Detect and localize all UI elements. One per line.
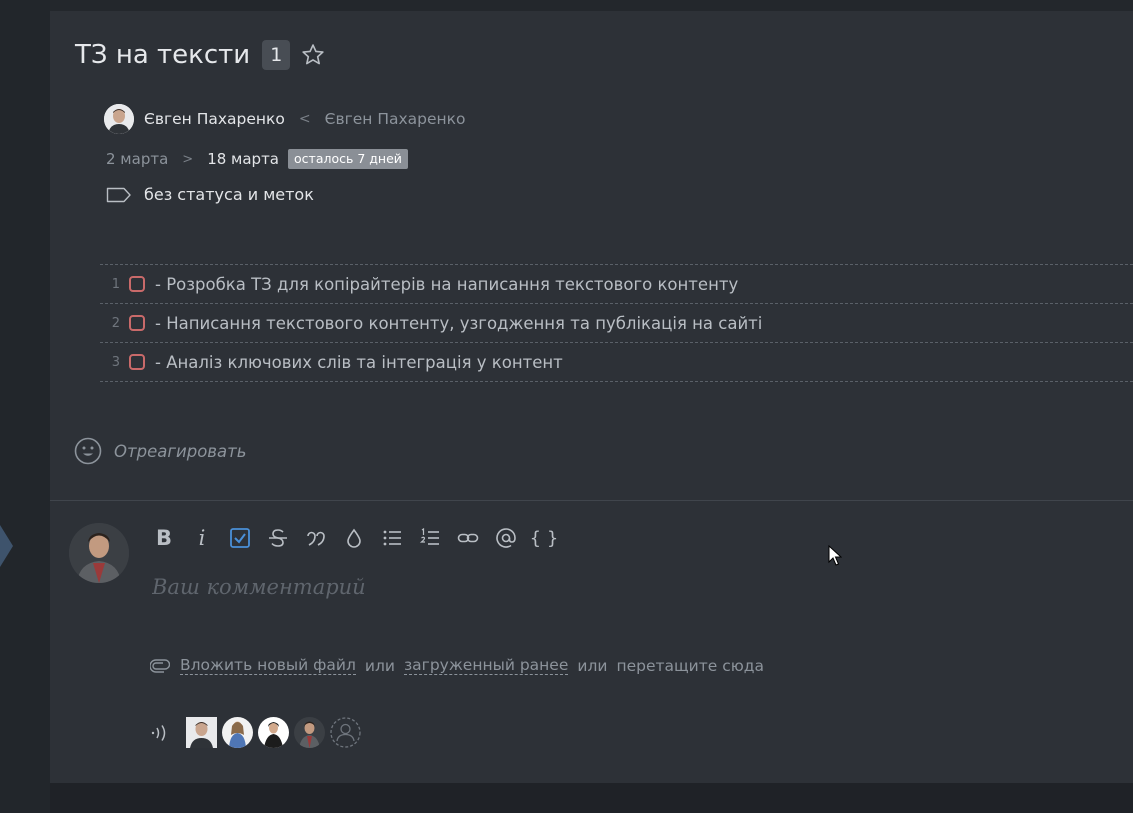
tag-icon	[106, 187, 131, 202]
bold-label: B	[155, 526, 172, 550]
bullet-list-icon	[383, 530, 401, 546]
code-button[interactable]: { }	[525, 523, 563, 553]
date-end[interactable]: 18 марта	[207, 150, 279, 168]
notify-sound-icon[interactable]	[150, 724, 170, 742]
checkbox-icon	[230, 528, 250, 548]
checklist-checkbox[interactable]	[129, 354, 145, 370]
left-panel	[0, 0, 50, 813]
checklist-checkbox[interactable]	[129, 315, 145, 331]
top-strip	[0, 0, 1133, 11]
checklist: 1 - Розробка ТЗ для копірайтерів на напи…	[100, 264, 1133, 382]
link-button[interactable]	[449, 523, 487, 553]
divider	[50, 500, 1133, 501]
checklist-item-text[interactable]: - Аналіз ключових слів та інтеграція у к…	[155, 353, 563, 372]
attach-uploaded-link[interactable]: загруженный ранее	[403, 656, 569, 675]
bold-button[interactable]: B	[145, 523, 183, 553]
color-button[interactable]	[335, 523, 373, 553]
member-avatar[interactable]	[222, 717, 253, 748]
people-separator: <	[298, 111, 311, 127]
checklist-item-text[interactable]: - Розробка ТЗ для копірайтерів на написа…	[155, 275, 738, 294]
assignee-name[interactable]: Євген Пахаренко	[325, 110, 466, 128]
notify-row	[150, 717, 361, 748]
quote-button[interactable]	[297, 523, 335, 553]
attach-new-file-link[interactable]: Вложить новый файл	[180, 656, 356, 675]
smile-icon	[74, 437, 102, 465]
strikethrough-button[interactable]	[259, 523, 297, 553]
link-icon	[457, 533, 479, 543]
remaining-days-badge: осталось 7 дней	[288, 149, 408, 169]
paperclip-icon	[150, 658, 170, 673]
checklist-item: 1 - Розробка ТЗ для копірайтерів на напи…	[100, 265, 1133, 304]
checkbox-button[interactable]	[221, 523, 259, 553]
date-start[interactable]: 2 марта	[106, 150, 168, 168]
member-avatar[interactable]	[294, 717, 325, 748]
task-card: ТЗ на тексти 1 Євген Пахаренко < Євген П…	[50, 11, 1133, 783]
drop-icon	[347, 528, 361, 548]
checklist-item-number: 3	[111, 354, 120, 370]
star-icon[interactable]	[300, 42, 326, 68]
checklist-item-number: 1	[111, 276, 120, 292]
italic-button[interactable]: i	[183, 523, 221, 553]
member-avatar[interactable]	[258, 717, 289, 748]
task-count-badge: 1	[262, 40, 291, 70]
task-title[interactable]: ТЗ на тексти	[75, 40, 250, 70]
collapse-arrow-icon[interactable]	[0, 525, 13, 567]
author-name[interactable]: Євген Пахаренко	[144, 110, 285, 128]
editor-toolbar: B i {}	[145, 523, 563, 553]
strikethrough-icon	[269, 529, 287, 547]
quote-icon	[307, 531, 325, 546]
or-text: или	[364, 656, 395, 675]
member-avatar[interactable]	[186, 717, 217, 748]
people-row: Євген Пахаренко < Євген Пахаренко	[104, 104, 466, 134]
status-label: без статуса и меток	[144, 185, 314, 204]
add-member-icon[interactable]	[330, 717, 361, 748]
at-icon	[496, 528, 516, 548]
checklist-item-number: 2	[111, 315, 120, 331]
mention-button[interactable]	[487, 523, 525, 553]
task-header: ТЗ на тексти 1	[75, 35, 326, 75]
date-separator: >	[182, 151, 194, 167]
numbered-list-button[interactable]	[411, 523, 449, 553]
react-label: Отреагировать	[114, 441, 247, 461]
comment-input[interactable]	[150, 569, 854, 605]
dates-row: 2 марта > 18 марта осталось 7 дней	[106, 149, 408, 169]
code-label: { }	[529, 527, 559, 549]
attach-row: Вложить новый файл или загруженный ранее…	[150, 656, 764, 675]
checklist-checkbox[interactable]	[129, 276, 145, 292]
drag-here-text: перетащите сюда	[616, 656, 764, 675]
mouse-cursor-icon	[828, 545, 842, 566]
or-text: или	[577, 656, 608, 675]
react-button[interactable]: Отреагировать	[74, 437, 246, 465]
checklist-item: 3 - Аналіз ключових слів та інтеграція у…	[100, 343, 1133, 382]
current-user-avatar	[69, 523, 129, 583]
author-avatar[interactable]	[104, 104, 134, 134]
checklist-item: 2 - Написання текстового контенту, узгод…	[100, 304, 1133, 343]
status-row[interactable]: без статуса и меток	[106, 185, 314, 204]
italic-label: i	[198, 526, 206, 550]
numbered-list-icon	[419, 527, 439, 545]
bullet-list-button[interactable]	[373, 523, 411, 553]
checklist-item-text[interactable]: - Написання текстового контенту, узгодже…	[155, 314, 762, 333]
